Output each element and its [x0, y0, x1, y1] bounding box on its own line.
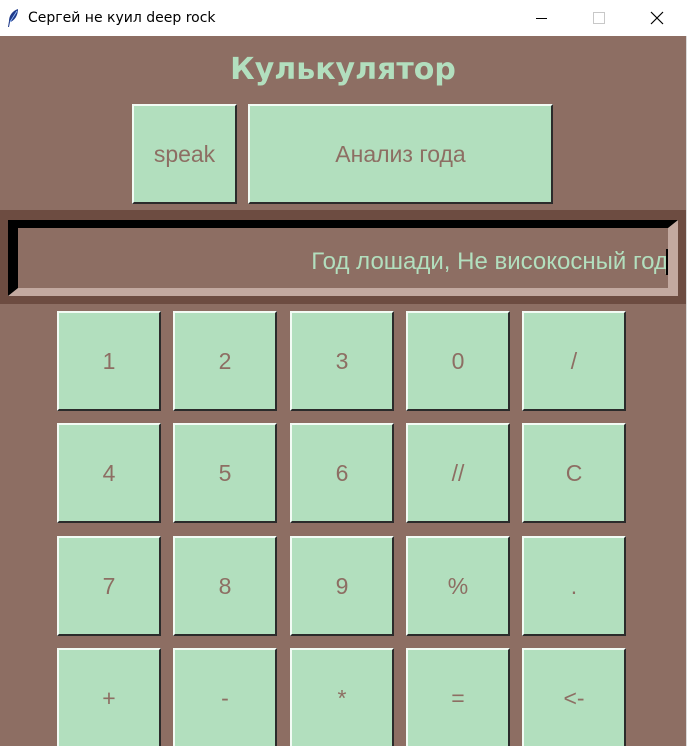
key-2[interactable]: 2: [173, 311, 277, 411]
title-bar: Сергей не куил deep rock: [0, 0, 690, 37]
key-percent[interactable]: %: [406, 536, 510, 636]
close-icon: [650, 11, 664, 25]
key-floor-divide[interactable]: //: [406, 423, 510, 523]
key-5[interactable]: 5: [173, 423, 277, 523]
key-plus[interactable]: +: [57, 648, 161, 746]
window-title: Сергей не куил deep rock: [28, 10, 216, 26]
key-8[interactable]: 8: [173, 536, 277, 636]
key-backspace[interactable]: <-: [522, 648, 626, 746]
key-multiply[interactable]: *: [290, 648, 394, 746]
display-entry[interactable]: Год лошади, Не високосный год: [8, 220, 678, 296]
app-heading: Кулькулятор: [230, 52, 456, 87]
key-4[interactable]: 4: [57, 423, 161, 523]
year-analysis-button[interactable]: Анализ года: [248, 104, 553, 204]
text-caret: [666, 249, 668, 275]
key-0[interactable]: 0: [406, 311, 510, 411]
key-9[interactable]: 9: [290, 536, 394, 636]
key-3[interactable]: 3: [290, 311, 394, 411]
display-value: Год лошади, Не високосный год: [311, 248, 668, 275]
key-divide[interactable]: /: [522, 311, 626, 411]
key-clear[interactable]: C: [522, 423, 626, 523]
key-6[interactable]: 6: [290, 423, 394, 523]
speak-button[interactable]: speak: [132, 104, 237, 204]
key-equals[interactable]: =: [406, 648, 510, 746]
minimize-icon: [535, 17, 547, 19]
maximize-button[interactable]: [570, 0, 628, 36]
key-decimal[interactable]: .: [522, 536, 626, 636]
calculator-window: Кулькулятор speak Анализ года Год лошади…: [0, 36, 686, 746]
window-edge: [686, 36, 690, 746]
feather-icon: [8, 9, 18, 27]
key-1[interactable]: 1: [57, 311, 161, 411]
key-7[interactable]: 7: [57, 536, 161, 636]
minimize-button[interactable]: [512, 0, 570, 36]
maximize-icon: [593, 12, 605, 24]
key-minus[interactable]: -: [173, 648, 277, 746]
close-button[interactable]: [628, 0, 686, 36]
